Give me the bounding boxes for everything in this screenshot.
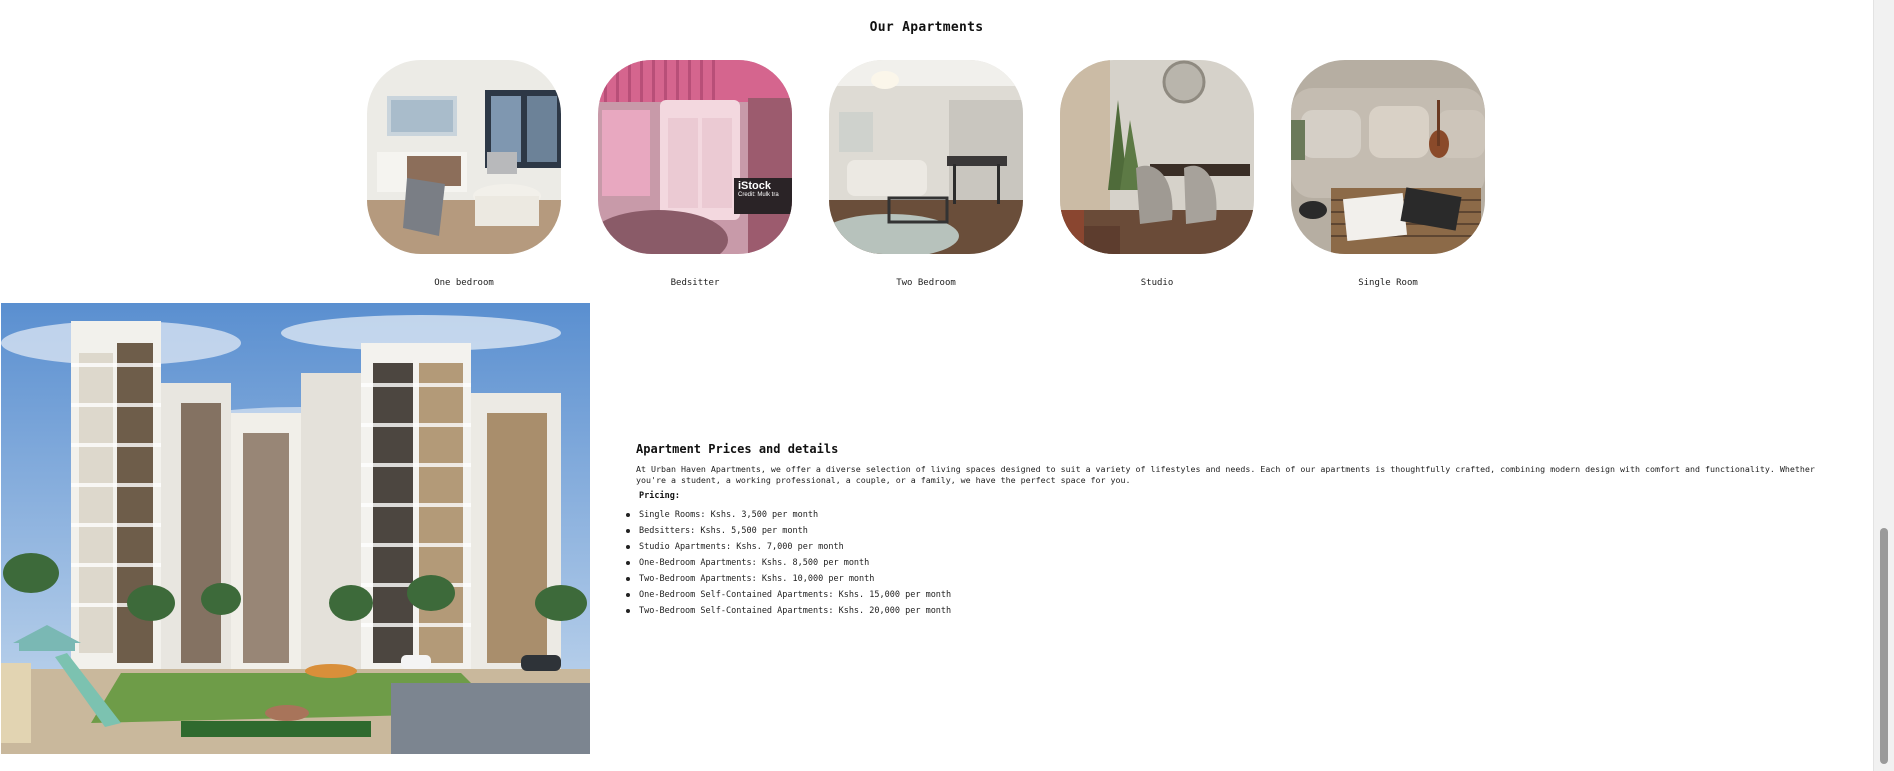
scrollbar-thumb[interactable] <box>1880 528 1888 764</box>
details-description: At Urban Haven Apartments, we offer a di… <box>636 464 1815 485</box>
apartment-image-bedsitter[interactable]: iStock Credit: Mulk tra <box>598 60 792 254</box>
price-item: Two-Bedroom Self-Contained Apartments: K… <box>626 605 1832 621</box>
building-image <box>1 303 590 754</box>
pricing-label: Pricing: <box>639 491 680 501</box>
apartment-card-two-bedroom[interactable]: Two Bedroom <box>829 60 1023 288</box>
apartment-card-studio[interactable]: Studio <box>1060 60 1254 288</box>
price-item: Single Rooms: Kshs. 3,500 per month <box>626 509 1832 525</box>
watermark-credit: Credit: Mulk tra <box>738 192 779 198</box>
price-item: One-Bedroom Apartments: Kshs. 8,500 per … <box>626 557 1832 573</box>
apartment-label: Single Room <box>1358 278 1418 288</box>
watermark-logo: iStock <box>738 180 772 192</box>
price-item: Two-Bedroom Apartments: Kshs. 10,000 per… <box>626 573 1832 589</box>
price-item: Studio Apartments: Kshs. 7,000 per month <box>626 541 1832 557</box>
apartment-image-one-bedroom[interactable] <box>367 60 561 254</box>
apartment-label: One bedroom <box>434 278 494 288</box>
section-title: Our Apartments <box>869 20 984 35</box>
details-title: Apartment Prices and details <box>636 442 839 456</box>
apartment-card-single-room[interactable]: Single Room <box>1291 60 1485 288</box>
apartment-label: Bedsitter <box>670 278 720 288</box>
apartment-image-single-room[interactable] <box>1291 60 1485 254</box>
price-list: Single Rooms: Kshs. 3,500 per month Beds… <box>622 509 1832 621</box>
price-item: Bedsitters: Kshs. 5,500 per month <box>626 525 1832 541</box>
apartment-details: Apartment Prices and details At Urban Ha… <box>622 442 1832 621</box>
apartment-label: Studio <box>1140 278 1174 288</box>
apartment-label: Two Bedroom <box>896 278 956 288</box>
page-scrollbar[interactable] <box>1873 0 1894 771</box>
apartment-card-bedsitter[interactable]: iStock Credit: Mulk tra Bedsitter <box>598 60 792 288</box>
apartment-image-two-bedroom[interactable] <box>829 60 1023 254</box>
apartment-card-one-bedroom[interactable]: One bedroom <box>367 60 561 288</box>
apartment-image-studio[interactable] <box>1060 60 1254 254</box>
price-item: One-Bedroom Self-Contained Apartments: K… <box>626 589 1832 605</box>
